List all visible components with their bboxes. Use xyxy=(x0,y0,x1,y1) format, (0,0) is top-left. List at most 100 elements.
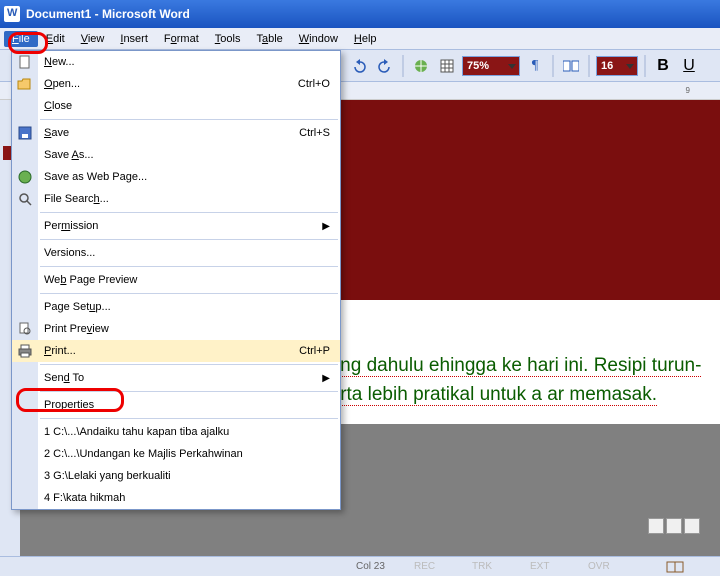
globe-icon xyxy=(16,169,34,185)
menu-recent-2-label: 2 C:\...\Undangan ke Majlis Perkahwinan xyxy=(44,448,243,460)
menu-file[interactable]: File xyxy=(4,31,38,47)
menu-format[interactable]: Format xyxy=(156,31,207,47)
zoom-combo[interactable]: 75% xyxy=(462,56,520,76)
menu-print-shortcut: Ctrl+P xyxy=(299,345,330,357)
menu-edit[interactable]: Edit xyxy=(38,31,73,47)
hyperlink-button[interactable] xyxy=(410,55,432,77)
menu-save-as[interactable]: Save As... xyxy=(12,144,340,166)
menu-view[interactable]: View xyxy=(73,31,113,47)
menu-versions[interactable]: Versions... xyxy=(12,242,340,264)
ruler-mark: 9 xyxy=(686,86,690,95)
magnifier-page-icon xyxy=(16,321,34,337)
menu-file-search[interactable]: File Search... xyxy=(12,188,340,210)
toolbar-separator xyxy=(588,55,590,77)
redo-icon xyxy=(378,59,392,73)
menu-open[interactable]: Open... Ctrl+O xyxy=(12,73,340,95)
menu-send-to[interactable]: Send To ▶ xyxy=(12,367,340,389)
file-menu-dropdown: New... Open... Ctrl+O Close Save Ctrl+S … xyxy=(11,50,341,510)
toolbar-separator xyxy=(644,55,646,77)
new-doc-icon xyxy=(16,54,34,70)
menu-recent-4[interactable]: 4 F:\kata hikmah xyxy=(12,487,340,509)
toolbar-separator xyxy=(402,55,404,77)
globe-link-icon xyxy=(414,59,428,73)
title-bar: Document1 - Microsoft Word xyxy=(0,0,720,28)
read-mode-button[interactable] xyxy=(560,55,582,77)
view-buttons-footer xyxy=(648,518,700,534)
menu-recent-1-label: 1 C:\...\Andaiku tahu kapan tiba ajalku xyxy=(44,426,229,438)
pilcrow-button[interactable]: ¶ xyxy=(524,55,546,77)
menu-web-preview[interactable]: Web Page Preview xyxy=(12,269,340,291)
menu-close-label: Close xyxy=(44,100,72,112)
menu-insert[interactable]: Insert xyxy=(112,31,156,47)
status-rec[interactable]: REC xyxy=(414,561,454,572)
view-btn-3[interactable] xyxy=(684,518,700,534)
undo-icon xyxy=(352,59,366,73)
submenu-arrow-icon: ▶ xyxy=(322,373,330,384)
status-col: Col 23 xyxy=(356,561,396,572)
status-trk[interactable]: TRK xyxy=(472,561,512,572)
menu-print-preview[interactable]: Print Preview xyxy=(12,318,340,340)
status-ovr[interactable]: OVR xyxy=(588,561,628,572)
menu-recent-3-label: 3 G:\Lelaki yang berkualiti xyxy=(44,470,171,482)
status-book-icon xyxy=(666,560,684,574)
menu-recent-3[interactable]: 3 G:\Lelaki yang berkualiti xyxy=(12,465,340,487)
menu-properties-label: Properties xyxy=(44,399,94,411)
printer-icon xyxy=(16,343,34,359)
menu-send-to-label: Send To xyxy=(44,372,84,384)
menu-separator xyxy=(40,418,338,419)
folder-open-icon xyxy=(16,76,34,92)
menu-new[interactable]: New... xyxy=(12,51,340,73)
menu-recent-4-label: 4 F:\kata hikmah xyxy=(44,492,125,504)
menu-save-web-label: Save as Web Page... xyxy=(44,171,147,183)
menu-separator xyxy=(40,391,338,392)
menu-separator xyxy=(40,239,338,240)
menu-save[interactable]: Save Ctrl+S xyxy=(12,122,340,144)
fontsize-value: 16 xyxy=(601,60,613,72)
zoom-value: 75% xyxy=(467,60,489,72)
view-btn-2[interactable] xyxy=(666,518,682,534)
status-bar: Col 23 REC TRK EXT OVR xyxy=(0,556,720,576)
underline-button[interactable]: U xyxy=(678,55,700,77)
menu-tools[interactable]: Tools xyxy=(207,31,249,47)
menu-separator xyxy=(40,119,338,120)
menu-recent-1[interactable]: 1 C:\...\Andaiku tahu kapan tiba ajalku xyxy=(12,421,340,443)
submenu-arrow-icon: ▶ xyxy=(322,221,330,232)
menu-recent-2[interactable]: 2 C:\...\Undangan ke Majlis Perkahwinan xyxy=(12,443,340,465)
menu-print[interactable]: Print... Ctrl+P xyxy=(12,340,340,362)
redo-button[interactable] xyxy=(374,55,396,77)
menu-versions-label: Versions... xyxy=(44,247,95,259)
table-button[interactable] xyxy=(436,55,458,77)
menu-window[interactable]: Window xyxy=(291,31,346,47)
view-btn-1[interactable] xyxy=(648,518,664,534)
menu-table[interactable]: Table xyxy=(248,31,290,47)
read-icon xyxy=(563,59,579,73)
menu-print-preview-label: Print Preview xyxy=(44,323,109,335)
window-title: Document1 - Microsoft Word xyxy=(26,7,190,21)
menu-save-as-label: Save As... xyxy=(44,149,94,161)
fontsize-combo[interactable]: 16 xyxy=(596,56,638,76)
word-icon xyxy=(4,6,20,22)
menu-save-web[interactable]: Save as Web Page... xyxy=(12,166,340,188)
menu-page-setup-label: Page Setup... xyxy=(44,301,111,313)
bold-button[interactable]: B xyxy=(652,55,674,77)
toolbar-separator xyxy=(552,55,554,77)
menu-save-shortcut: Ctrl+S xyxy=(299,127,330,139)
bold-label: B xyxy=(657,57,669,75)
menu-permission[interactable]: Permission ▶ xyxy=(12,215,340,237)
menu-separator xyxy=(40,293,338,294)
menu-separator xyxy=(40,364,338,365)
undo-button[interactable] xyxy=(348,55,370,77)
status-ext[interactable]: EXT xyxy=(530,561,570,572)
menu-properties[interactable]: Properties xyxy=(12,394,340,416)
floppy-icon xyxy=(16,125,34,141)
menu-open-label: Open... xyxy=(44,78,80,90)
menu-web-preview-label: Web Page Preview xyxy=(44,274,137,286)
underline-label: U xyxy=(683,57,695,75)
menu-permission-label: Permission xyxy=(44,220,98,232)
menu-close[interactable]: Close xyxy=(12,95,340,117)
menu-help[interactable]: Help xyxy=(346,31,385,47)
search-icon xyxy=(16,191,34,207)
menu-page-setup[interactable]: Page Setup... xyxy=(12,296,340,318)
menu-separator xyxy=(40,266,338,267)
menu-bar: File Edit View Insert Format Tools Table… xyxy=(0,28,720,50)
